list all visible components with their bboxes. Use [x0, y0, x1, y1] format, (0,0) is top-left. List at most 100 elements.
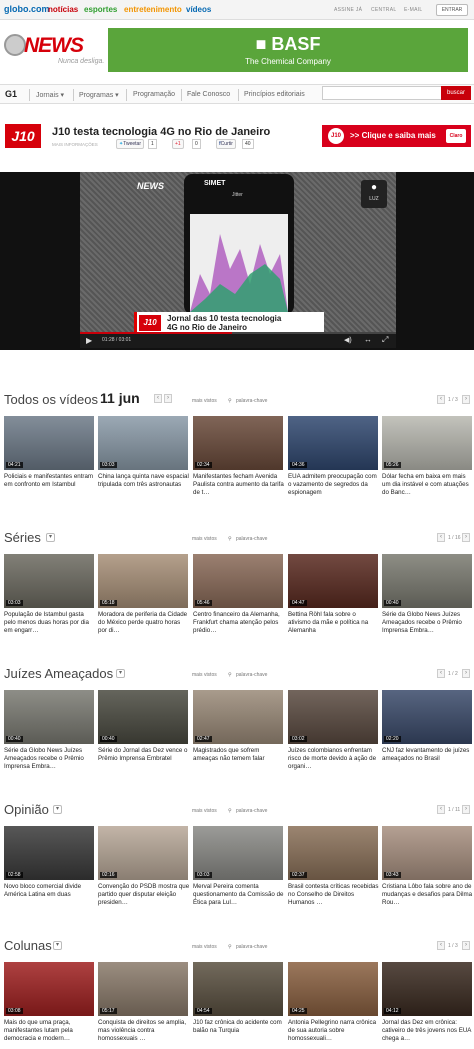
video-thumbnail[interactable]: 04:21 — [4, 416, 94, 470]
video-caption[interactable]: Magistrados que sofrem ameaças não temem… — [193, 747, 285, 763]
video-thumbnail[interactable]: 03:03 — [98, 416, 188, 470]
globonews-logo[interactable]: NEWS — [4, 34, 96, 58]
video-caption[interactable]: Mais do que uma praça, manifestantes lut… — [4, 1019, 96, 1043]
video-caption[interactable]: EUA admitem preocupação com o vazamento … — [288, 473, 380, 497]
section-title[interactable]: Séries — [4, 530, 41, 545]
video-caption[interactable]: Série da Globo News Juízes Ameaçados rec… — [4, 747, 96, 771]
video-caption[interactable]: CNJ faz levantamento de juízes ameaçados… — [382, 747, 474, 763]
video-thumbnail[interactable]: 04:36 — [288, 416, 378, 470]
page-prev-button[interactable]: ‹ — [437, 533, 445, 542]
video-caption[interactable]: Policiais e manifestantes entram em conf… — [4, 473, 96, 489]
video-thumbnail[interactable]: 04:25 — [288, 962, 378, 1016]
page-next-button[interactable]: › — [462, 941, 470, 950]
section-dropdown-button[interactable]: ▾ — [53, 941, 62, 950]
video-caption[interactable]: Série do Jornal das Dez vence o Prêmio I… — [98, 747, 190, 763]
share-arrows-icon[interactable]: ↔ — [364, 335, 372, 344]
ad-banner-basf[interactable]: ■ BASF The Chemical Company — [108, 28, 468, 72]
video-thumbnail[interactable]: 02:37 — [288, 826, 378, 880]
video-thumbnail[interactable]: 02:20 — [382, 690, 472, 744]
tweet-button[interactable]: ✦Tweetar — [116, 139, 144, 149]
section-title[interactable]: Todos os vídeos — [4, 392, 98, 407]
section-dropdown-button[interactable]: ▾ — [116, 669, 125, 678]
volume-icon[interactable]: ◀) — [344, 336, 352, 344]
video-caption[interactable]: Bettina Röhl fala sobre o ativismo da mã… — [288, 611, 380, 635]
video-thumbnail[interactable]: 02:58 — [4, 826, 94, 880]
page-prev-button[interactable]: ‹ — [437, 395, 445, 404]
video-caption[interactable]: Merval Pereira comenta questionamento da… — [193, 883, 285, 907]
video-thumbnail[interactable]: 02:47 — [193, 690, 283, 744]
util-assine[interactable]: ASSINE JÁ — [334, 7, 362, 13]
video-caption[interactable]: Série da Globo News Juízes Ameaçados rec… — [382, 611, 474, 635]
plus-one-button[interactable]: +1 — [172, 139, 184, 149]
util-central[interactable]: CENTRAL — [371, 7, 396, 13]
sort-most-viewed[interactable]: mais vistos — [192, 808, 217, 814]
page-next-button[interactable]: › — [462, 669, 470, 678]
section-title[interactable]: Juízes Ameaçados — [4, 666, 113, 681]
video-caption[interactable]: Juízes colombianos enfrentam risco de mo… — [288, 747, 380, 771]
keyword-search-input[interactable]: palavra-chave — [236, 944, 267, 950]
keyword-search-input[interactable]: palavra-chave — [236, 672, 267, 678]
section-dropdown-button[interactable]: ▾ — [46, 533, 55, 542]
page-next-button[interactable]: › — [462, 395, 470, 404]
util-email[interactable]: E-MAIL — [404, 7, 422, 13]
video-caption[interactable]: China lança quinta nave espacial tripula… — [98, 473, 190, 489]
page-prev-button[interactable]: ‹ — [437, 669, 445, 678]
video-thumbnail[interactable]: 03:02 — [288, 690, 378, 744]
video-caption[interactable]: Moradora de periferia da Cidade do Méxic… — [98, 611, 190, 635]
sort-most-viewed[interactable]: mais vistos — [192, 944, 217, 950]
video-thumbnail[interactable]: 04:12 — [382, 962, 472, 1016]
sort-most-viewed[interactable]: mais vistos — [192, 672, 217, 678]
video-caption[interactable]: População de Istambul gasta pelo menos d… — [4, 611, 96, 635]
search-button[interactable]: buscar — [441, 86, 471, 100]
menu-item-programas[interactable]: Programas ▾ — [79, 91, 119, 99]
date-prev-button[interactable]: ‹ — [154, 394, 162, 403]
page-next-button[interactable]: › — [462, 805, 470, 814]
video-thumbnail[interactable]: 00:40 — [382, 554, 472, 608]
date-next-button[interactable]: › — [164, 394, 172, 403]
j10-logo[interactable]: J10 — [5, 124, 41, 148]
login-button[interactable]: ENTRAR — [436, 4, 468, 16]
video-thumbnail[interactable]: 03:03 — [4, 554, 94, 608]
progress-bar[interactable] — [80, 332, 396, 334]
video-caption[interactable]: Conquista de direitos se amplia, mas vio… — [98, 1019, 190, 1043]
video-caption[interactable]: Manifestantes fecham Avenida Paulista co… — [193, 473, 285, 497]
play-icon[interactable]: ▶ — [86, 336, 92, 345]
video-thumbnail[interactable]: 03:43 — [382, 826, 472, 880]
keyword-search-input[interactable]: palavra-chave — [236, 536, 267, 542]
section-title[interactable]: Colunas — [4, 938, 52, 953]
video-thumbnail[interactable]: 03:08 — [4, 962, 94, 1016]
video-caption[interactable]: Cristiana Lôbo fala sobre ano de mudança… — [382, 883, 474, 907]
video-caption[interactable]: Jornal das Dez em crônica: cativeiro de … — [382, 1019, 474, 1043]
page-next-button[interactable]: › — [462, 533, 470, 542]
page-prev-button[interactable]: ‹ — [437, 805, 445, 814]
keyword-search-input[interactable]: palavra-chave — [236, 808, 267, 814]
like-button[interactable]: fCurtir — [216, 139, 236, 149]
fullscreen-icon[interactable]: ⤢ — [382, 335, 388, 345]
ad-banner-claro[interactable]: J10 >> Clique e saiba mais Claro — [322, 125, 471, 147]
video-thumbnail[interactable]: 02:34 — [193, 416, 283, 470]
nav-entretenimento[interactable]: entretenimento — [124, 5, 182, 14]
video-thumbnail[interactable]: 04:47 — [288, 554, 378, 608]
nav-noticias[interactable]: notícias — [48, 5, 78, 14]
menu-item-principios[interactable]: Princípios editoriais — [244, 91, 305, 98]
page-prev-button[interactable]: ‹ — [437, 941, 445, 950]
search-input[interactable] — [322, 86, 442, 100]
video-caption[interactable]: Centro financeiro da Alemanha, Frankfurt… — [193, 611, 285, 635]
nav-videos[interactable]: vídeos — [186, 5, 211, 14]
video-thumbnail[interactable]: 05:17 — [98, 962, 188, 1016]
menu-item-fale-conosco[interactable]: Fale Conosco — [187, 91, 230, 98]
video-thumbnail[interactable]: 03:03 — [193, 826, 283, 880]
video-thumbnail[interactable]: 00:40 — [98, 690, 188, 744]
menu-item-jornais[interactable]: Jornais ▾ — [36, 91, 64, 99]
keyword-search-input[interactable]: palavra-chave — [236, 398, 267, 404]
menu-item-programacao[interactable]: Programação — [133, 91, 175, 98]
video-caption[interactable]: J10 faz crônica do acidente com balão na… — [193, 1019, 285, 1035]
section-title[interactable]: Opinião — [4, 802, 49, 817]
video-thumbnail[interactable]: 05:26 — [382, 416, 472, 470]
video-caption[interactable]: Novo bloco comercial divide América Lati… — [4, 883, 96, 899]
nav-esportes[interactable]: esportes — [84, 5, 117, 14]
video-thumbnail[interactable]: 00:40 — [4, 690, 94, 744]
video-caption[interactable]: Dólar fecha em baixa em mais um dia inst… — [382, 473, 474, 497]
sort-most-viewed[interactable]: mais vistos — [192, 536, 217, 542]
video-thumbnail[interactable]: 04:54 — [193, 962, 283, 1016]
